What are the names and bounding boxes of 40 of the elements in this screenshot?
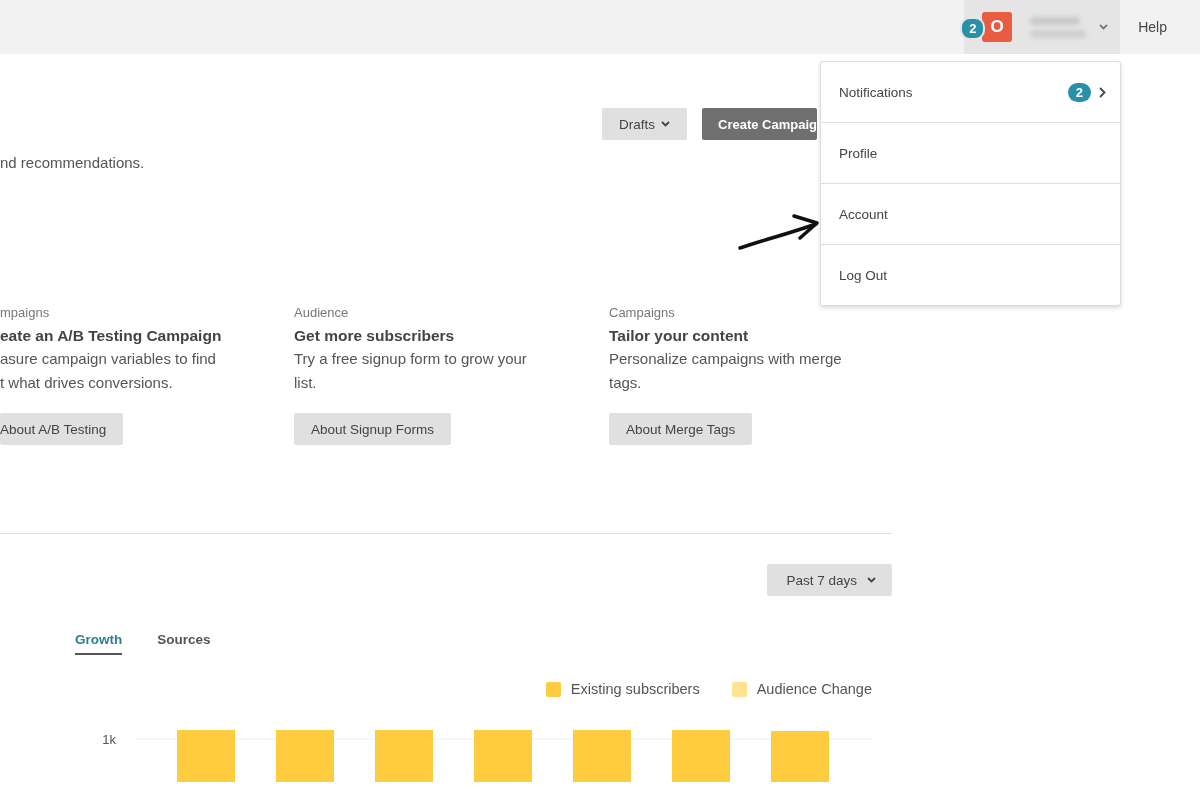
notification-badge: 2	[1067, 82, 1091, 102]
axis-tick-label: 1k	[101, 732, 117, 747]
learn-more-button[interactable]: About Signup Forms	[294, 413, 452, 445]
card-category: mpaigns	[0, 305, 50, 320]
learn-more-button[interactable]: About Merge Tags	[609, 413, 753, 445]
menu-item[interactable]: Notifications 2	[821, 62, 1120, 122]
menu-item[interactable]: Profile	[821, 122, 1120, 183]
legend-label: Audience Change	[756, 681, 872, 697]
card-category: Audience	[294, 305, 349, 320]
notification-badge: 2	[960, 17, 986, 40]
card-title: Get more subscribers	[294, 327, 455, 345]
caret-icon	[1099, 24, 1109, 30]
menu-item[interactable]: Account	[821, 183, 1120, 244]
bar	[276, 730, 334, 782]
bar	[375, 730, 433, 782]
bar	[177, 730, 235, 782]
card-title: eate an A/B Testing Campaign	[0, 327, 222, 345]
chevron-right-icon	[1099, 86, 1106, 98]
drafts-button[interactable]: Drafts	[602, 108, 687, 140]
menu-item[interactable]: Log Out	[821, 244, 1120, 305]
card-category: Campaigns	[609, 305, 675, 320]
date-range-dropdown[interactable]: Past 7 days	[767, 564, 892, 596]
card-description: asure campaign variables to find t what drives conversions.	[0, 349, 216, 393]
bar	[573, 730, 631, 782]
create-campaign-button[interactable]: Create Campaig	[702, 108, 817, 140]
card-title: Tailor your content	[609, 327, 749, 345]
bar	[672, 730, 730, 782]
avatar: O	[982, 12, 1013, 42]
card-description: Try a free signup form to grow your list.	[294, 349, 527, 393]
bar	[474, 730, 532, 782]
legend-label: Existing subscribers	[570, 681, 700, 697]
chart-tab[interactable]: Growth	[75, 632, 123, 655]
intro-text: nd recommendations.	[0, 154, 146, 171]
chart-tab[interactable]: Sources	[157, 632, 211, 655]
learn-more-button[interactable]: About A/B Testing	[0, 413, 124, 445]
card-description: Personalize campaigns with merge tags.	[609, 349, 842, 393]
caret-icon	[661, 121, 670, 127]
help-link[interactable]: Help	[1120, 0, 1200, 54]
caret-icon	[867, 577, 876, 583]
bar	[771, 731, 829, 782]
